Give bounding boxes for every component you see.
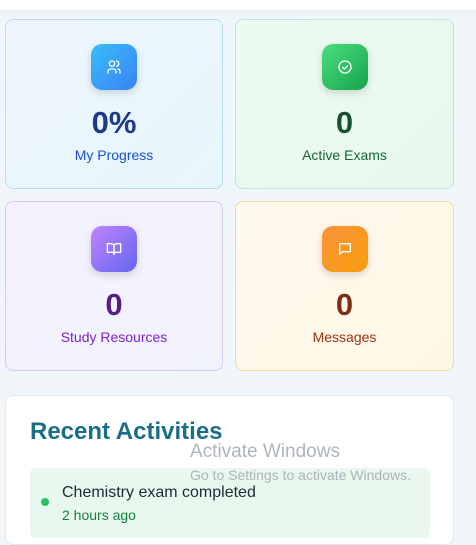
stat-value: 0 <box>335 287 354 322</box>
stat-card-active-exams[interactable]: 0 Active Exams <box>235 19 454 189</box>
users-icon <box>91 44 137 90</box>
activity-title: Chemistry exam completed <box>62 484 256 501</box>
book-open-icon <box>91 226 137 272</box>
stat-value: 0% <box>91 105 137 140</box>
stat-label: Active Exams <box>302 147 387 163</box>
stat-card-messages[interactable]: 0 Messages <box>235 201 454 371</box>
stat-label: Messages <box>312 329 377 345</box>
header-bar-edge <box>0 0 476 10</box>
activate-windows-watermark: Activate Windows Go to Settings to activ… <box>190 441 411 485</box>
stat-value: 0 <box>335 105 354 140</box>
activity-time: 2 hours ago <box>62 507 136 523</box>
stat-label: Study Resources <box>60 329 168 345</box>
status-dot-icon <box>41 498 49 506</box>
stat-card-my-progress[interactable]: 0% My Progress <box>5 19 223 189</box>
message-square-icon <box>321 226 368 272</box>
stat-label: My Progress <box>74 147 154 163</box>
stat-value: 0 <box>105 287 123 322</box>
stat-card-study-resources[interactable]: 0 Study Resources <box>5 201 223 371</box>
watermark-title: Activate Windows <box>190 441 340 462</box>
check-circle-icon <box>321 44 368 90</box>
watermark-subtitle: Go to Settings to activate Windows. <box>190 467 411 483</box>
